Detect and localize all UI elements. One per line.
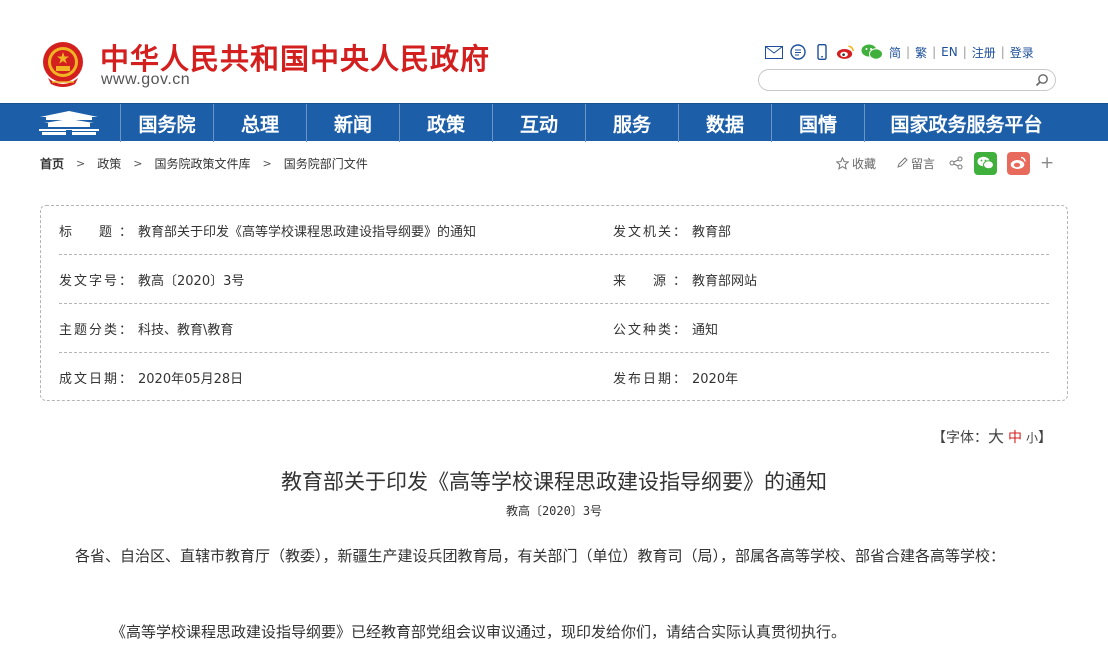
info-label: 来 源： <box>613 274 686 289</box>
nav-item-gov-service-platform[interactable]: 国家政务服务平台 <box>864 104 1068 142</box>
utility-bar: 简 | 繁 | EN | 注册 | 登录 <box>764 42 1034 62</box>
nav-item-policy[interactable]: 政策 <box>399 104 492 142</box>
info-topic: 主题分类： 科技、教育\教育 <box>59 304 233 353</box>
article-doc-number: 教高〔2020〕3号 <box>505 504 603 518</box>
article-title: 教育部关于印发《高等学校课程思政建设指导纲要》的通知 <box>281 470 827 494</box>
nav-item-news[interactable]: 新闻 <box>306 104 399 142</box>
info-label: 主题分类： <box>59 323 132 338</box>
info-value: 教育部 <box>692 225 732 240</box>
document-info-panel: 标 题： 教育部关于印发《高等学校课程思政建设指导纲要》的通知 发文机关： 教育… <box>40 205 1068 401</box>
nav-item-state-council[interactable]: 国务院 <box>120 104 213 142</box>
info-value: 2020年 <box>692 372 739 387</box>
breadcrumb-policy-library[interactable]: 国务院政策文件库 <box>154 155 250 172</box>
article-paragraph: 《高等学校课程思政建设指导纲要》已经教育部党组会议审议通过，现印发给你们，请结合… <box>111 623 847 641</box>
nav-items: 国务院 总理 新闻 政策 互动 服务 数据 国情 国家政务服务平台 <box>120 104 1068 142</box>
main-nav: 国务院 总理 新闻 政策 互动 服务 数据 国情 国家政务服务平台 <box>0 103 1108 142</box>
font-size-large-button[interactable]: 大 <box>988 427 1004 446</box>
nav-item-data[interactable]: 数据 <box>678 104 771 142</box>
info-value: 2020年05月28日 <box>138 372 244 387</box>
breadcrumb-home[interactable]: 首页 <box>40 155 64 172</box>
font-size-label: 【字体： <box>932 430 988 446</box>
font-size-control: 【字体：大中小】 <box>932 423 1052 447</box>
breadcrumb-dept-documents[interactable]: 国务院部门文件 <box>284 155 368 172</box>
share-toolbar: 收藏 留言 + <box>836 151 1054 175</box>
info-label: 发布日期： <box>613 372 686 387</box>
search-box <box>758 69 1056 91</box>
message-icon[interactable] <box>788 44 807 61</box>
lang-english-link[interactable]: EN <box>941 45 958 59</box>
comment-label: 留言 <box>911 156 936 171</box>
info-value: 教育部网站 <box>692 274 758 289</box>
lang-traditional-link[interactable]: 繁 <box>915 44 927 61</box>
comment-button[interactable]: 留言 <box>896 155 935 172</box>
national-emblem-icon[interactable] <box>40 40 86 90</box>
info-label: 公文种类： <box>613 323 686 338</box>
info-issuer: 发文机关： 教育部 <box>613 206 731 255</box>
site-url[interactable]: www.gov.cn <box>101 71 190 89</box>
more-plus-icon[interactable]: + <box>1040 153 1054 173</box>
nav-item-premier[interactable]: 总理 <box>213 104 306 142</box>
info-row: 成文日期： 2020年05月28日 发布日期： 2020年 <box>59 353 1049 402</box>
info-source: 来 源： 教育部网站 <box>613 255 757 304</box>
util-separator: | <box>1000 45 1005 59</box>
site-header: 中华人民共和国中央人民政府 www.gov.cn 简 | 繁 | EN | 注册… <box>0 0 1108 103</box>
register-link[interactable]: 注册 <box>972 44 996 61</box>
info-written-date: 成文日期： 2020年05月28日 <box>59 353 243 402</box>
search-icon[interactable] <box>1035 73 1049 87</box>
weibo-icon[interactable] <box>836 44 855 61</box>
info-value: 教高〔2020〕3号 <box>138 274 245 289</box>
info-docno: 发文字号： 教高〔2020〕3号 <box>59 255 244 304</box>
info-label: 标 题： <box>59 225 132 240</box>
info-label: 发文机关： <box>613 225 686 240</box>
util-separator: | <box>962 45 967 59</box>
nav-item-national-info[interactable]: 国情 <box>771 104 864 142</box>
info-label: 发文字号： <box>59 274 132 289</box>
chevron-right-icon: > <box>133 156 143 170</box>
lang-simplified-link[interactable]: 简 <box>889 44 901 61</box>
font-size-small-button[interactable]: 小 <box>1026 431 1038 445</box>
chevron-right-icon: > <box>262 156 272 170</box>
info-value: 科技、教育\教育 <box>138 323 234 338</box>
breadcrumb-policy[interactable]: 政策 <box>97 155 121 172</box>
info-type: 公文种类： 通知 <box>613 304 718 353</box>
article-salutation: 各省、自治区、直辖市教育厅（教委），新疆生产建设兵团教育局，有关部门（单位）教育… <box>75 547 1006 565</box>
info-title: 标 题： 教育部关于印发《高等学校课程思政建设指导纲要》的通知 <box>59 206 476 255</box>
search-input[interactable] <box>769 72 1029 88</box>
wechat-icon[interactable] <box>860 44 884 61</box>
util-separator: | <box>906 45 911 59</box>
info-value: 教育部关于印发《高等学校课程思政建设指导纲要》的通知 <box>138 225 477 240</box>
mail-icon[interactable] <box>764 44 783 61</box>
share-wechat-icon[interactable] <box>974 151 998 175</box>
chevron-right-icon: > <box>76 156 86 170</box>
breadcrumb: 首页 > 政策 > 国务院政策文件库 > 国务院部门文件 <box>40 154 368 172</box>
info-label: 成文日期： <box>59 372 132 387</box>
favorite-button[interactable]: 收藏 <box>836 155 876 172</box>
mobile-icon[interactable] <box>812 44 831 61</box>
star-icon <box>836 156 849 170</box>
font-size-close-bracket: 】 <box>1038 430 1053 446</box>
share-icon[interactable] <box>949 156 966 170</box>
info-value: 通知 <box>692 323 719 338</box>
share-weibo-icon[interactable] <box>1007 151 1031 175</box>
info-row: 主题分类： 科技、教育\教育 公文种类： 通知 <box>59 304 1049 353</box>
util-separator: | <box>932 45 937 59</box>
login-link[interactable]: 登录 <box>1010 44 1034 61</box>
nav-item-services[interactable]: 服务 <box>585 104 678 142</box>
font-size-medium-button[interactable]: 中 <box>1008 430 1022 446</box>
info-published-date: 发布日期： 2020年 <box>613 353 738 402</box>
nav-item-interaction[interactable]: 互动 <box>492 104 585 142</box>
tiananmen-home-icon[interactable] <box>36 108 102 138</box>
info-row: 发文字号： 教高〔2020〕3号 来 源： 教育部网站 <box>59 255 1049 304</box>
info-row: 标 题： 教育部关于印发《高等学校课程思政建设指导纲要》的通知 发文机关： 教育… <box>59 206 1049 255</box>
favorite-label: 收藏 <box>852 156 877 171</box>
pencil-icon <box>897 157 908 168</box>
